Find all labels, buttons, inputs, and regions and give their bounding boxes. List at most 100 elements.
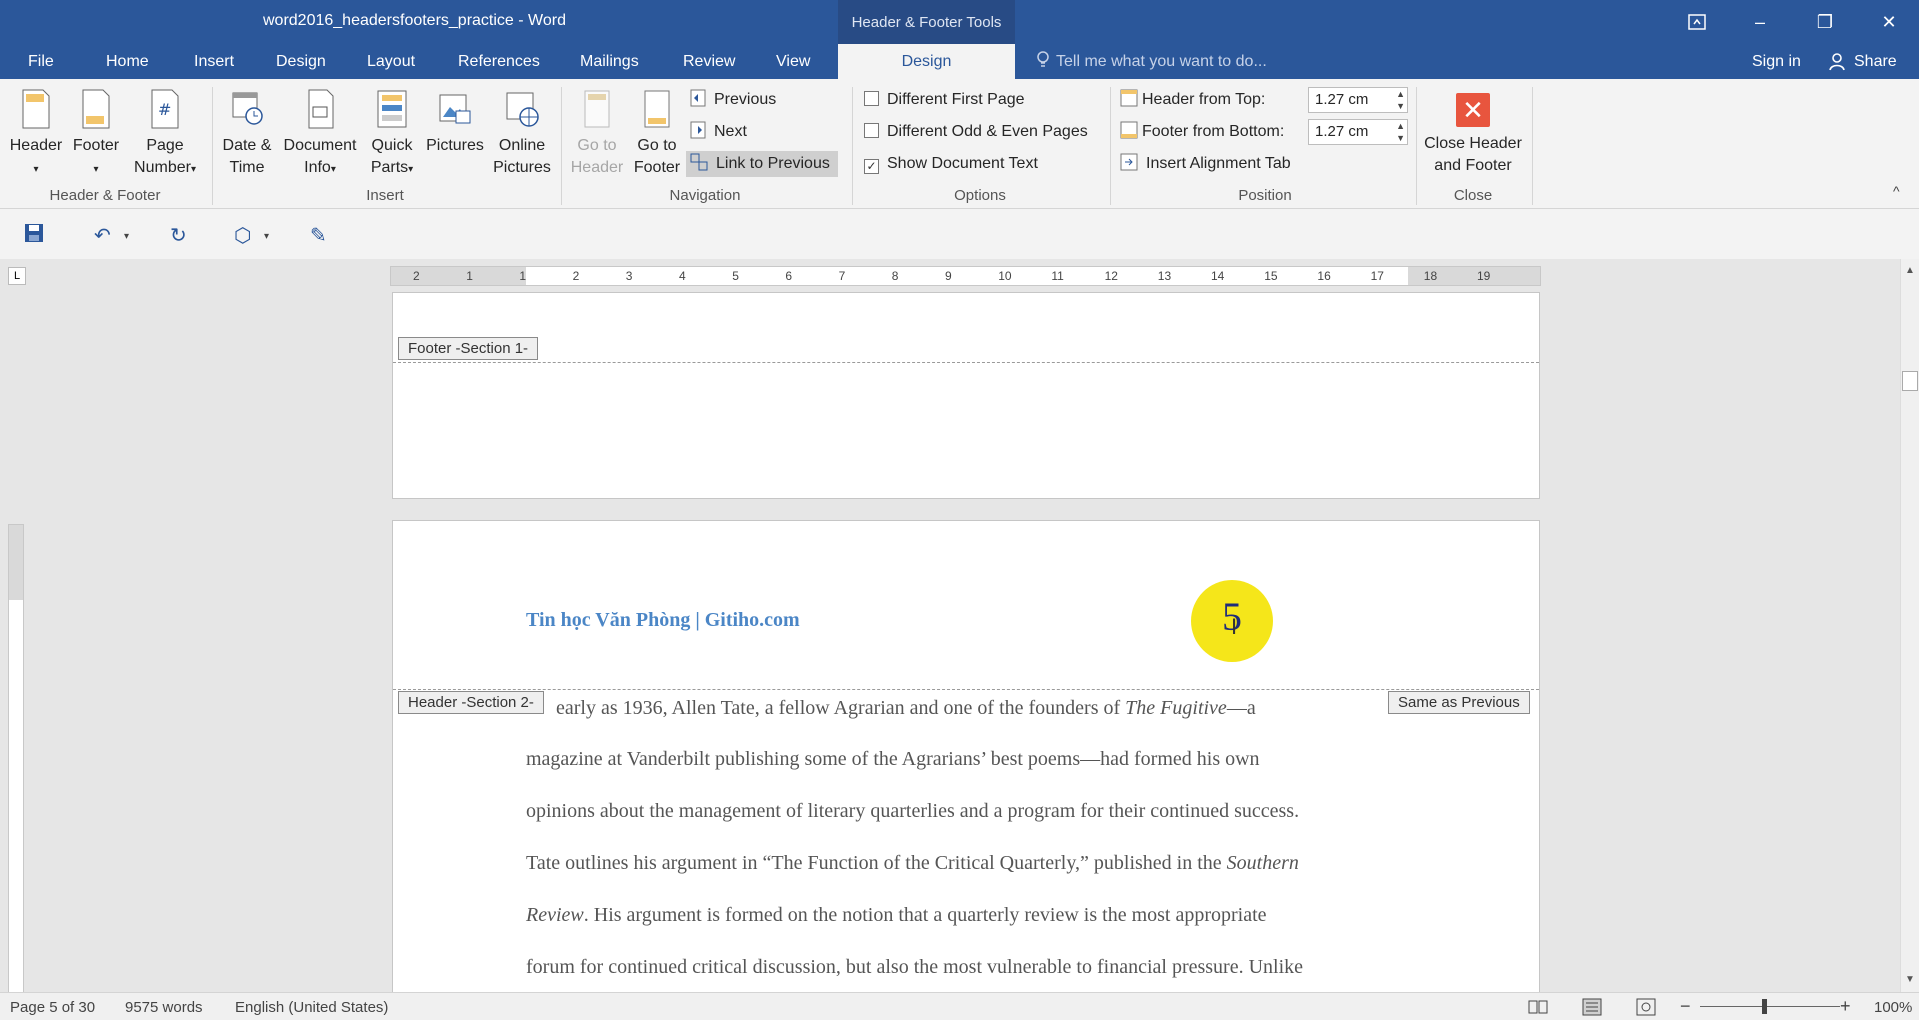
document-info-icon — [308, 89, 334, 129]
share-button[interactable]: Share — [1828, 44, 1897, 79]
go-to-footer-button[interactable]: Go to Footer — [628, 89, 686, 179]
spin-arrows-icon[interactable]: ▲ ▼ — [1396, 88, 1405, 112]
customize-toolbar-icon[interactable]: ✎ — [310, 223, 327, 248]
date-time-button[interactable]: Date & Time — [218, 89, 276, 179]
page-number-button[interactable]: # Page Number▾ — [126, 89, 204, 181]
body-line-3[interactable]: opinions about the management of literar… — [526, 800, 1299, 823]
tab-layout[interactable]: Layout — [367, 44, 415, 79]
insert-alignment-tab-button[interactable]: Insert Alignment Tab — [1120, 151, 1291, 177]
footer-from-bottom-input[interactable]: 1.27 cm ▲ ▼ — [1308, 119, 1408, 145]
page-4-footer-area[interactable] — [392, 292, 1540, 499]
tab-insert[interactable]: Insert — [194, 44, 234, 79]
go-to-header-button[interactable]: Go to Header — [566, 89, 628, 179]
different-odd-even-label: Different Odd & Even Pages — [887, 123, 1088, 140]
body-line-2[interactable]: magazine at Vanderbilt publishing some o… — [526, 748, 1260, 771]
print-layout-icon[interactable] — [1582, 998, 1602, 1016]
zoom-out-button[interactable]: − — [1680, 996, 1691, 1017]
web-layout-icon[interactable] — [1636, 998, 1656, 1016]
ruler-tick-label: 16 — [1317, 269, 1331, 283]
close-header-footer-button[interactable]: ✕ Close Header and Footer — [1420, 93, 1526, 177]
tab-references[interactable]: References — [458, 44, 540, 79]
document-area: L 2 1 1 2 3 4 5 6 7 8 9 10 11 12 13 14 15 16 17 18 19 Footer… — [0, 259, 1919, 1000]
touch-dropdown-icon[interactable]: ▾ — [264, 231, 269, 242]
scroll-up-icon[interactable]: ▲ — [1905, 265, 1915, 276]
body-line-6[interactable]: forum for continued critical discussion,… — [526, 956, 1303, 979]
group-separator — [212, 87, 213, 205]
ruler-tick-label: 6 — [785, 269, 793, 283]
header-footer-tools-label: Header & Footer Tools — [838, 0, 1015, 44]
link-to-previous-button[interactable]: Link to Previous — [686, 151, 838, 177]
header-button[interactable]: Header ▾ — [6, 89, 66, 181]
ruler-tick-label: 4 — [679, 269, 686, 283]
body-line-5[interactable]: Review. His argument is formed on the no… — [526, 904, 1267, 927]
next-button[interactable]: Next — [690, 119, 747, 145]
different-first-page-label: Different First Page — [887, 91, 1025, 108]
tell-me-search[interactable]: Tell me what you want to do... — [1036, 44, 1267, 79]
vertical-ruler[interactable] — [8, 524, 24, 994]
zoom-slider[interactable] — [1700, 1006, 1840, 1007]
body-line-4[interactable]: Tate outlines his argument in “The Funct… — [526, 852, 1299, 875]
alignment-tab-icon — [1120, 153, 1138, 171]
spin-arrows-icon[interactable]: ▲ ▼ — [1396, 120, 1405, 144]
horizontal-ruler[interactable]: 2 1 1 2 3 4 5 6 7 8 9 10 11 12 13 14 15 16 17 18 19 — [390, 266, 1541, 286]
ruler-tick-label: 10 — [998, 269, 1012, 283]
tab-review[interactable]: Review — [683, 44, 735, 79]
tab-view[interactable]: View — [776, 44, 810, 79]
ruler-tick-label: 14 — [1211, 269, 1225, 283]
quick-parts-button[interactable]: Quick Parts▾ — [364, 89, 420, 181]
page-count-status[interactable]: Page 5 of 30 — [10, 999, 95, 1016]
header-from-top-value: 1.27 cm — [1315, 91, 1369, 108]
ribbon-display-options-button[interactable] — [1665, 0, 1729, 44]
redo-icon[interactable]: ↻ — [170, 223, 187, 248]
document-info-button[interactable]: Document Info▾ — [278, 89, 362, 181]
document-info-label-2: Info — [304, 159, 331, 176]
close-header-footer-label-1: Close Header — [1424, 135, 1522, 152]
close-window-button[interactable]: ✕ — [1857, 0, 1919, 44]
tab-selector-icon[interactable]: L — [8, 267, 26, 285]
scroll-down-icon[interactable]: ▼ — [1905, 974, 1915, 985]
pictures-label: Pictures — [426, 137, 484, 154]
footer-button[interactable]: Footer ▾ — [66, 89, 126, 181]
share-label: Share — [1854, 53, 1897, 70]
scroll-thumb[interactable] — [1902, 371, 1918, 391]
ruler-tick-label: 11 — [1051, 269, 1064, 283]
body-line-1[interactable]: early as 1936, Allen Tate, a fellow Agra… — [556, 697, 1256, 720]
collapse-ribbon-button[interactable]: ^ — [1893, 183, 1900, 199]
save-icon[interactable] — [24, 223, 44, 243]
header-text[interactable]: Tin học Văn Phòng | Gitiho.com — [526, 609, 800, 632]
title-bar: word2016_headersfooters_practice - Word … — [0, 0, 1919, 44]
zoom-slider-thumb[interactable] — [1762, 999, 1767, 1014]
status-bar: Page 5 of 30 9575 words English (United … — [0, 992, 1919, 1020]
restore-button[interactable]: ❐ — [1793, 0, 1857, 44]
read-mode-icon[interactable] — [1528, 999, 1548, 1015]
sign-in-link[interactable]: Sign in — [1752, 44, 1801, 79]
previous-button[interactable]: Previous — [690, 87, 776, 113]
previous-label: Previous — [714, 91, 777, 108]
zoom-in-button[interactable]: + — [1840, 996, 1851, 1017]
language-status[interactable]: English (United States) — [235, 999, 388, 1016]
different-first-page-checkbox[interactable]: Different First Page — [864, 87, 1025, 113]
ribbon: Header ▾ Footer ▾ # Page Number▾ Header & … — [0, 79, 1919, 209]
different-odd-even-checkbox[interactable]: Different Odd & Even Pages — [864, 119, 1088, 145]
group-separator — [1532, 87, 1533, 205]
tab-header-footer-design[interactable]: Design — [838, 44, 1015, 79]
show-document-text-checkbox[interactable]: ✓ Show Document Text — [864, 151, 1038, 177]
calendar-clock-icon — [232, 92, 263, 125]
vertical-scrollbar[interactable]: ▲ ▼ — [1900, 259, 1919, 992]
ruler-tick-label: 8 — [891, 269, 899, 283]
tab-home[interactable]: Home — [106, 44, 149, 79]
touch-mode-icon[interactable]: ⬡ — [234, 223, 251, 248]
word-count-status[interactable]: 9575 words — [125, 999, 203, 1016]
undo-dropdown-icon[interactable]: ▾ — [124, 231, 129, 242]
checkmark-icon: ✓ — [864, 159, 879, 174]
header-from-top-input[interactable]: 1.27 cm ▲ ▼ — [1308, 87, 1408, 113]
undo-icon[interactable]: ↶ — [94, 223, 111, 248]
minimize-button[interactable]: – — [1728, 0, 1792, 44]
tab-design[interactable]: Design — [276, 44, 326, 79]
online-pictures-button[interactable]: Online Pictures — [488, 89, 556, 179]
tab-file[interactable]: File — [28, 44, 54, 79]
go-to-header-label-1: Go to — [577, 137, 617, 154]
zoom-level[interactable]: 100% — [1874, 999, 1912, 1016]
pictures-button[interactable]: Pictures — [420, 89, 490, 157]
tab-mailings[interactable]: Mailings — [580, 44, 639, 79]
